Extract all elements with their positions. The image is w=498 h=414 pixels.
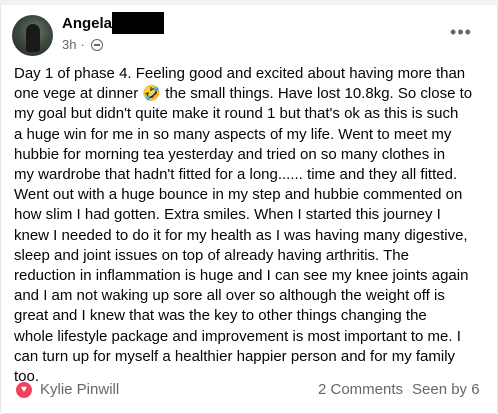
post-line: and I am not waking up sore all over so … (14, 287, 445, 305)
post-meta: 3h · (62, 37, 103, 53)
post-line: hubbie for morning tea yesterday and tri… (14, 145, 446, 163)
more-options-icon[interactable]: ••• (448, 22, 474, 42)
post-line: my wardrobe that hadn't fitted for a lon… (14, 166, 458, 184)
post-line: how slim I had gotten. Extra smiles. Whe… (14, 206, 441, 224)
seen-by-link[interactable]: Seen by 6 (412, 381, 480, 399)
top-strip (0, 0, 498, 5)
post-line: great and I knew that was the key to oth… (14, 307, 427, 325)
globe-icon (90, 39, 103, 51)
heart-icon[interactable]: ♥ (16, 382, 32, 398)
post-line: sleep and joint issues on top of already… (14, 246, 409, 264)
comments-link[interactable]: 2 Comments (318, 381, 403, 399)
post-line: a huge win for me in so many aspects of … (14, 125, 452, 143)
post-line: Went out with a huge bounce in my step a… (14, 186, 463, 204)
post-line: reduction in inflammation is huge and I … (14, 267, 469, 285)
post-line: knew I needed to do it for my health as … (14, 226, 468, 244)
post-line: Day 1 of phase 4. Feeling good and excit… (14, 65, 466, 82)
reactor-name[interactable]: Kylie Pinwill (40, 381, 119, 399)
avatar[interactable] (12, 15, 53, 56)
post-body: Day 1 of phase 4. Feeling good and excit… (14, 64, 488, 387)
post-line: can turn up for myself a healthier happi… (14, 347, 456, 365)
redaction-box (112, 12, 164, 34)
avatar-figure (26, 24, 40, 52)
author-name[interactable]: Angela (62, 15, 112, 33)
post-time[interactable]: 3h (62, 37, 76, 53)
post-line: whole lifestyle package and improvement … (14, 327, 461, 345)
post-line: my goal but didn't quite make it round 1… (14, 105, 459, 123)
post-line: one vege at dinner 🤣 the small things. H… (14, 85, 473, 103)
